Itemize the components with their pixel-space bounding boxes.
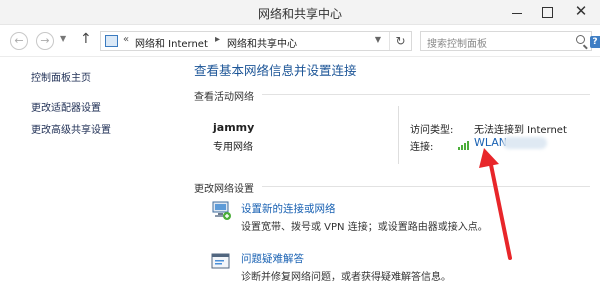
maximize-button[interactable] (534, 2, 560, 22)
close-button[interactable]: ✕ (566, 2, 596, 22)
breadcrumb-item-sharing-center[interactable]: 网络和共享中心 (227, 35, 297, 50)
setup-connection-description: 设置宽带、拨号或 VPN 连接；或设置路由器或接入点。 (241, 222, 488, 233)
search-icon[interactable] (576, 35, 585, 44)
up-icon[interactable]: ↑ (80, 31, 92, 47)
back-icon[interactable]: ← (10, 32, 28, 50)
network-name: jammy (213, 121, 255, 134)
setup-connection-link[interactable]: 设置新的连接或网络 (241, 201, 336, 216)
forward-icon[interactable]: → (36, 32, 54, 50)
address-bar[interactable]: « 网络和 Internet ▸ 网络和共享中心 ▼ ↻ (100, 31, 412, 51)
title-bar: 网络和共享中心 ✕ (0, 0, 600, 25)
address-dropdown-icon[interactable]: ▼ (375, 35, 381, 44)
sidebar-item-adapter-settings[interactable]: 更改适配器设置 (31, 99, 101, 114)
redacted-ssid (503, 137, 547, 149)
search-placeholder: 搜索控制面板 (427, 39, 487, 50)
troubleshoot-description: 诊断并修复网络问题，或者获得疑难解答信息。 (241, 272, 451, 283)
vertical-divider (398, 106, 399, 164)
sidebar-item-advanced-sharing[interactable]: 更改高级共享设置 (31, 121, 111, 136)
breadcrumb-overflow-icon[interactable]: « (123, 34, 129, 45)
section-active-networks-header: 查看活动网络 (194, 92, 254, 103)
section-divider (262, 94, 590, 95)
wifi-signal-icon (458, 141, 469, 150)
search-input[interactable]: 搜索控制面板 (420, 31, 592, 51)
sidebar-item-home[interactable]: 控制面板主页 (31, 69, 91, 84)
connection-label: 连接: (410, 142, 434, 153)
section-divider (262, 186, 590, 187)
chevron-right-icon[interactable]: ▸ (215, 34, 220, 45)
sidebar: 控制面板主页 更改适配器设置 更改高级共享设置 (0, 58, 180, 295)
access-type-value: 无法连接到 Internet (474, 125, 567, 136)
breadcrumb-item-network-internet[interactable]: 网络和 Internet (135, 35, 208, 50)
minimize-button[interactable] (504, 2, 530, 22)
network-setup-icon (212, 201, 231, 220)
access-type-label: 访问类型: (410, 125, 454, 136)
page-title: 查看基本网络信息并设置连接 (194, 63, 357, 78)
control-panel-icon (105, 35, 118, 47)
help-icon[interactable]: ? (590, 36, 600, 48)
navigation-bar: ← → ▼ ↑ « 网络和 Internet ▸ 网络和共享中心 ▼ ↻ 搜索控… (0, 25, 600, 57)
section-change-settings-header: 更改网络设置 (194, 184, 254, 195)
recent-pages-dropdown-icon[interactable]: ▼ (60, 34, 66, 43)
network-type: 专用网络 (213, 142, 253, 153)
refresh-icon[interactable]: ↻ (389, 32, 411, 50)
troubleshoot-link[interactable]: 问题疑难解答 (241, 251, 304, 266)
troubleshoot-icon (211, 253, 230, 269)
